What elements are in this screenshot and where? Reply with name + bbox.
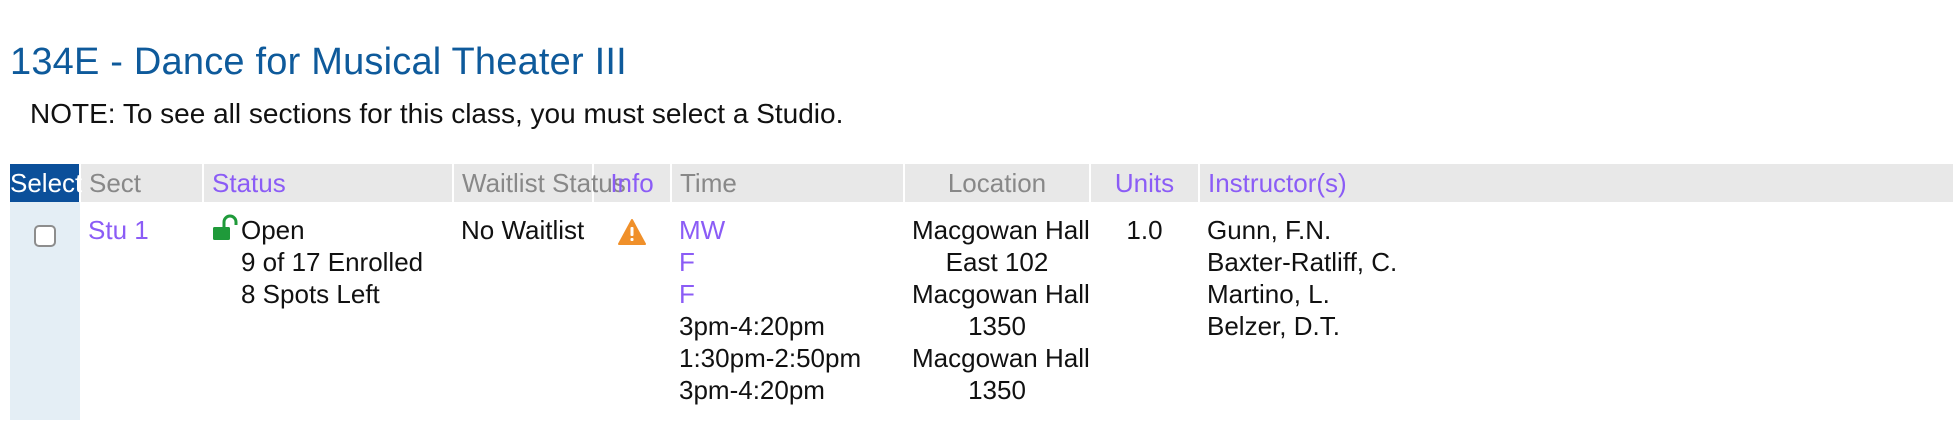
waitlist-header: Waitlist Status	[453, 164, 626, 202]
enrolled-count: 9 of 17 Enrolled	[241, 247, 424, 277]
unlocked-icon	[211, 214, 239, 244]
location-line: Macgowan Hall	[912, 279, 1090, 309]
section-link[interactable]: Stu 1	[88, 215, 149, 245]
spots-left: 8 Spots Left	[241, 279, 380, 309]
course-title: 134E - Dance for Musical Theater III	[10, 41, 627, 84]
sections-table: Select Sect Status Waitlist Status Info …	[10, 164, 1954, 420]
time-range: 1:30pm-2:50pm	[679, 343, 862, 373]
studio-note: NOTE: To see all sections for this class…	[30, 98, 844, 129]
location-line: East 102	[945, 247, 1049, 277]
select-checkbox[interactable]	[34, 225, 56, 247]
select-header: Select	[10, 164, 82, 202]
time-range: 3pm-4:20pm	[679, 375, 825, 405]
instructor-name: Gunn, F.N.	[1207, 215, 1332, 245]
location-line: 1350	[968, 311, 1026, 341]
instructors-cell: Gunn, F.N. Baxter-Ratliff, C. Martino, L…	[1207, 214, 1946, 342]
units-value: 1.0	[1126, 215, 1163, 245]
status-cell: Open 9 of 17 Enrolled 8 Spots Left	[211, 214, 445, 310]
instructor-name: Baxter-Ratliff, C.	[1207, 247, 1398, 277]
instructor-name: Martino, L.	[1207, 279, 1330, 309]
table-header-row: Select Sect Status Waitlist Status Info …	[10, 164, 1954, 202]
instructor-name: Belzer, D.T.	[1207, 311, 1340, 341]
days-link-f[interactable]: F	[679, 246, 896, 278]
warning-icon[interactable]	[617, 218, 647, 246]
days-link-mw[interactable]: MW	[679, 214, 896, 246]
location-line: Macgowan Hall	[912, 343, 1090, 373]
location-line: 1350	[968, 375, 1026, 405]
time-cell: MW F F 3pm-4:20pm 1:30pm-2:50pm 3pm-4:20…	[679, 214, 896, 406]
location-line: Macgowan Hall	[912, 215, 1090, 245]
instructors-header[interactable]: Instructor(s)	[1199, 164, 1954, 202]
days-link-f[interactable]: F	[679, 278, 896, 310]
time-header: Time	[671, 164, 905, 202]
units-header[interactable]: Units	[1090, 164, 1200, 202]
select-cell	[10, 202, 80, 420]
waitlist-status: No Waitlist	[461, 215, 585, 245]
status-open: Open	[241, 215, 305, 245]
time-range: 3pm-4:20pm	[679, 311, 825, 341]
location-header: Location	[904, 164, 1091, 202]
status-header[interactable]: Status	[203, 164, 454, 202]
table-row: Stu 1 Open 9 of 17 Enrolled 8 Spots Left	[10, 202, 1954, 420]
sect-header: Sect	[80, 164, 204, 202]
location-cell: Macgowan Hall East 102 Macgowan Hall 135…	[912, 214, 1090, 406]
